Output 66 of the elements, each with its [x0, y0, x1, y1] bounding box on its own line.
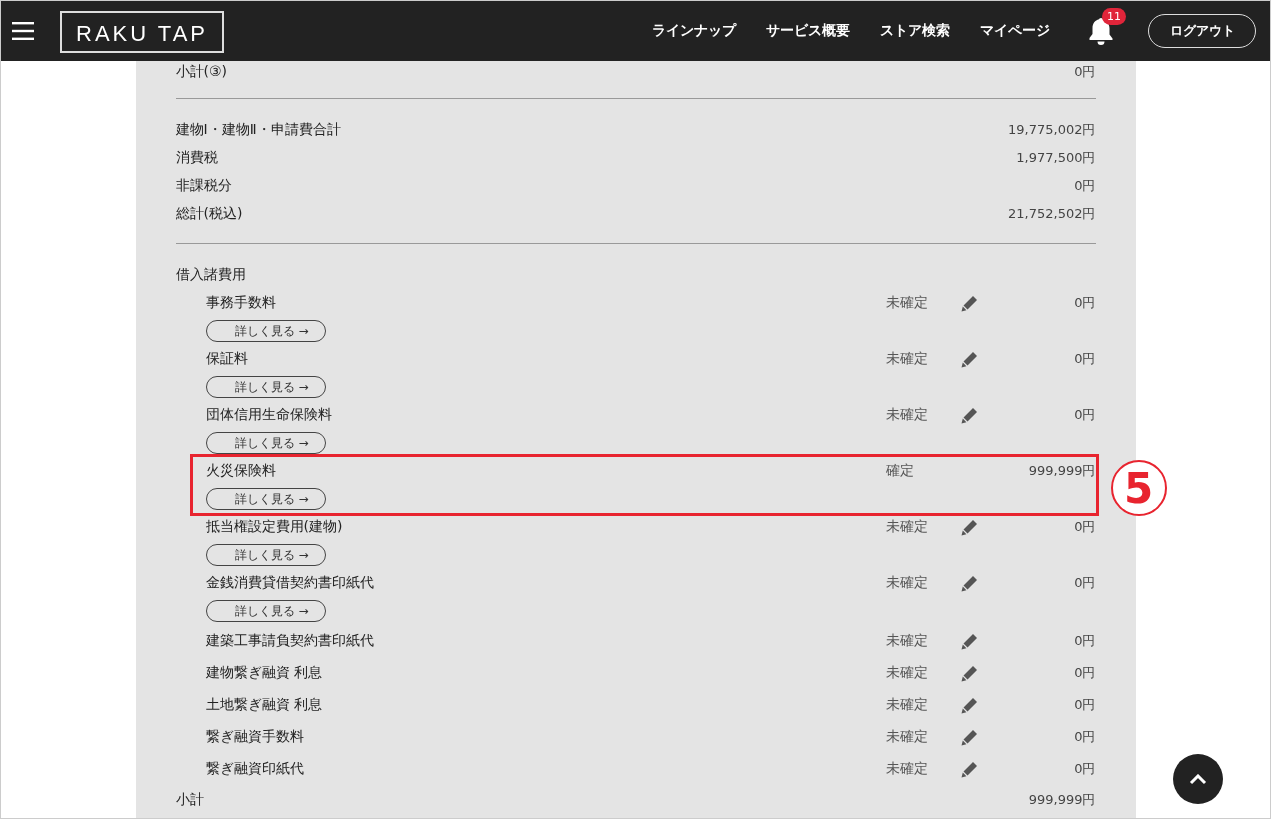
pencil-icon[interactable]	[960, 760, 978, 778]
item-name: 土地繋ぎ融資 利息	[205, 696, 323, 714]
status-text: 未確定	[885, 664, 929, 682]
row-label: 建物Ⅰ・建物Ⅱ・申請費合計	[175, 121, 341, 139]
amount: 0円	[1073, 294, 1096, 312]
item-name: 繋ぎ融資印紙代	[205, 760, 305, 778]
nav-link[interactable]: ストア検索	[880, 22, 950, 40]
amount: 0円	[1073, 518, 1096, 536]
row-label: 小計(③)	[175, 63, 227, 81]
amount: 0円	[1073, 574, 1096, 592]
row-label: 小計	[175, 791, 204, 809]
amount: 0円	[1073, 728, 1096, 746]
pencil-icon[interactable]	[960, 294, 978, 312]
amount: 0円	[1073, 760, 1096, 778]
amount: 0円	[1073, 632, 1096, 650]
status-text: 未確定	[885, 350, 929, 368]
amount: 999,999円	[1028, 791, 1096, 809]
amount: 0円	[1073, 406, 1096, 424]
item-name: 繋ぎ融資手数料	[205, 728, 305, 746]
row-label: 消費税	[175, 149, 218, 167]
status-text: 未確定	[885, 518, 929, 536]
nav-link[interactable]: サービス概要	[766, 22, 850, 40]
row-label: 総計(税込)	[175, 205, 243, 223]
status-text: 確定	[885, 462, 915, 480]
amount: 0円	[1073, 350, 1096, 368]
logo[interactable]: RAKU TAP	[60, 11, 224, 53]
status-text: 未確定	[885, 632, 929, 650]
pencil-icon[interactable]	[960, 696, 978, 714]
chevron-up-icon	[1189, 773, 1207, 785]
status-text: 未確定	[885, 696, 929, 714]
menu-icon[interactable]	[12, 22, 34, 40]
item-name: 金銭消費貸借契約書印紙代	[205, 574, 375, 592]
nav-link[interactable]: ラインナップ	[652, 22, 736, 40]
amount: 1,977,500円	[1016, 149, 1096, 167]
status-text: 未確定	[885, 294, 929, 312]
nav-link[interactable]: マイページ	[980, 22, 1050, 40]
amount: 0円	[1073, 664, 1096, 682]
pencil-icon[interactable]	[960, 518, 978, 536]
item-name: 抵当権設定費用(建物)	[205, 518, 344, 536]
item-name: 保証料	[205, 350, 249, 368]
status-text: 未確定	[885, 760, 929, 778]
back-to-top-button[interactable]	[1173, 754, 1223, 804]
status-text: 未確定	[885, 728, 929, 746]
status-text: 未確定	[885, 406, 929, 424]
pencil-icon[interactable]	[960, 406, 978, 424]
row-label: 非課税分	[175, 177, 232, 195]
item-name: 建築工事請負契約書印紙代	[205, 632, 375, 650]
pencil-icon[interactable]	[960, 664, 978, 682]
amount: 0円	[1074, 63, 1096, 81]
amount: 21,752,502円	[1008, 205, 1096, 223]
pencil-icon[interactable]	[960, 728, 978, 746]
item-name: 団体信用生命保険料	[205, 406, 333, 424]
amount: 999,999円	[1027, 462, 1096, 480]
amount: 19,775,002円	[1008, 121, 1096, 139]
notification-badge: 11	[1102, 8, 1126, 25]
item-name: 事務手数料	[205, 294, 277, 312]
item-name: 火災保険料	[205, 462, 277, 480]
pencil-icon[interactable]	[960, 350, 978, 368]
callout-number: 5	[1110, 460, 1167, 516]
amount: 0円	[1073, 696, 1096, 714]
pencil-icon[interactable]	[960, 632, 978, 650]
section-heading: 借入諸費用	[175, 266, 246, 284]
amount: 0円	[1074, 177, 1096, 195]
pencil-icon[interactable]	[960, 574, 978, 592]
status-text: 未確定	[885, 574, 929, 592]
item-name: 建物繋ぎ融資 利息	[205, 664, 323, 682]
